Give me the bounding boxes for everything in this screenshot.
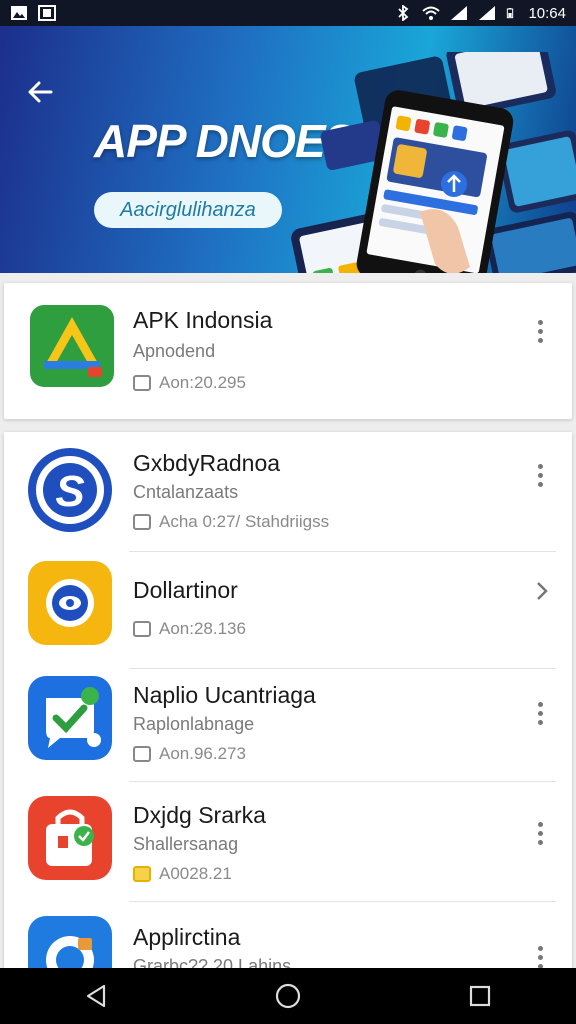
list-item[interactable]: Applirctina Grarbc?? 20 Lahins <box>4 902 572 972</box>
app-name: GxbdyRadnoa <box>133 450 281 476</box>
svg-text:S: S <box>55 467 84 516</box>
app-developer: Cntalanzaats <box>133 482 239 502</box>
nav-back-button[interactable] <box>76 976 116 1016</box>
nav-recents-button[interactable] <box>460 976 500 1016</box>
app-name: Dxjdg Srarka <box>133 802 266 828</box>
gallery-icon <box>11 6 27 20</box>
signal-icon <box>451 6 468 20</box>
bluetooth-icon <box>398 5 409 21</box>
app-meta: Aon.96.273 <box>133 744 246 764</box>
eye-app-icon <box>28 561 112 645</box>
more-options-button[interactable] <box>530 460 550 490</box>
app-name: Naplio Ucantriaga <box>133 682 316 708</box>
app-meta: Aon:28.136 <box>133 619 246 639</box>
app-meta-text: Aon:28.136 <box>159 619 246 638</box>
check-box-icon <box>133 375 151 391</box>
phones-illustration <box>291 52 576 273</box>
more-options-button[interactable] <box>530 818 550 848</box>
chat-check-app-icon <box>28 676 112 760</box>
s-logo-app-icon: S <box>28 448 112 532</box>
app-meta: Aon:20.295 <box>133 373 246 393</box>
banner-subtitle: Aacirglulihanza <box>94 192 282 228</box>
app-name: Applirctina <box>133 924 241 950</box>
app-name: APK Indonsia <box>133 307 273 333</box>
google-drive-style-app-icon <box>30 305 114 387</box>
navigation-bar <box>0 968 576 1024</box>
app-meta-text: A0028.21 <box>159 864 232 883</box>
featured-app-card[interactable]: APK Indonsia Apnodend Aon:20.295 <box>4 283 572 419</box>
nav-home-button[interactable] <box>268 976 308 1016</box>
back-arrow-icon <box>28 81 53 103</box>
circle-home-icon <box>275 983 301 1009</box>
more-options-button[interactable] <box>530 698 550 728</box>
app-meta-text: Acha 0:27/ Stahdriigss <box>159 512 330 531</box>
check-box-icon <box>133 746 151 762</box>
app-list: S GxbdyRadnoa Cntalanzaats Acha 0:27/ St… <box>4 432 572 972</box>
app-meta: A0028.21 <box>133 864 232 884</box>
rating-box-icon <box>133 514 151 530</box>
app-developer: Raplonlabnage <box>133 714 255 734</box>
back-button[interactable] <box>22 74 58 110</box>
signal-icon <box>479 6 496 20</box>
battery-icon <box>507 8 514 19</box>
list-item[interactable]: Naplio Ucantriaga Raplonlabnage Aon.96.2… <box>4 662 572 782</box>
app-name: Dollartinor <box>133 577 238 603</box>
more-options-button[interactable] <box>530 316 550 346</box>
status-bar: 10:64 <box>0 0 576 26</box>
list-item[interactable]: S GxbdyRadnoa Cntalanzaats Acha 0:27/ St… <box>4 432 572 552</box>
app-meta-text: Aon:20.295 <box>159 373 246 392</box>
hero-banner: APP DNOESA Aacirglulihanza <box>0 26 576 273</box>
app-developer: Shallersanag <box>133 834 239 854</box>
triangle-back-icon <box>86 984 106 1008</box>
app-meta-text: Aon.96.273 <box>159 744 246 763</box>
wifi-icon <box>422 6 441 20</box>
chat-bubble-app-icon <box>28 916 112 972</box>
rating-box-icon <box>133 621 151 637</box>
list-item[interactable]: Dxjdg Srarka Shallersanag A0028.21 <box>4 782 572 902</box>
app-meta: Acha 0:27/ Stahdriigss <box>133 512 329 532</box>
shopping-bag-app-icon <box>28 796 112 880</box>
status-time: 10:64 <box>528 4 566 22</box>
list-item[interactable]: Dollartinor Aon:28.136 <box>4 549 572 669</box>
chevron-right-icon[interactable] <box>532 579 552 603</box>
app-developer: Apnodend <box>133 341 216 361</box>
image-icon <box>38 5 56 21</box>
square-recents-icon <box>469 985 491 1007</box>
coin-icon <box>133 866 151 882</box>
